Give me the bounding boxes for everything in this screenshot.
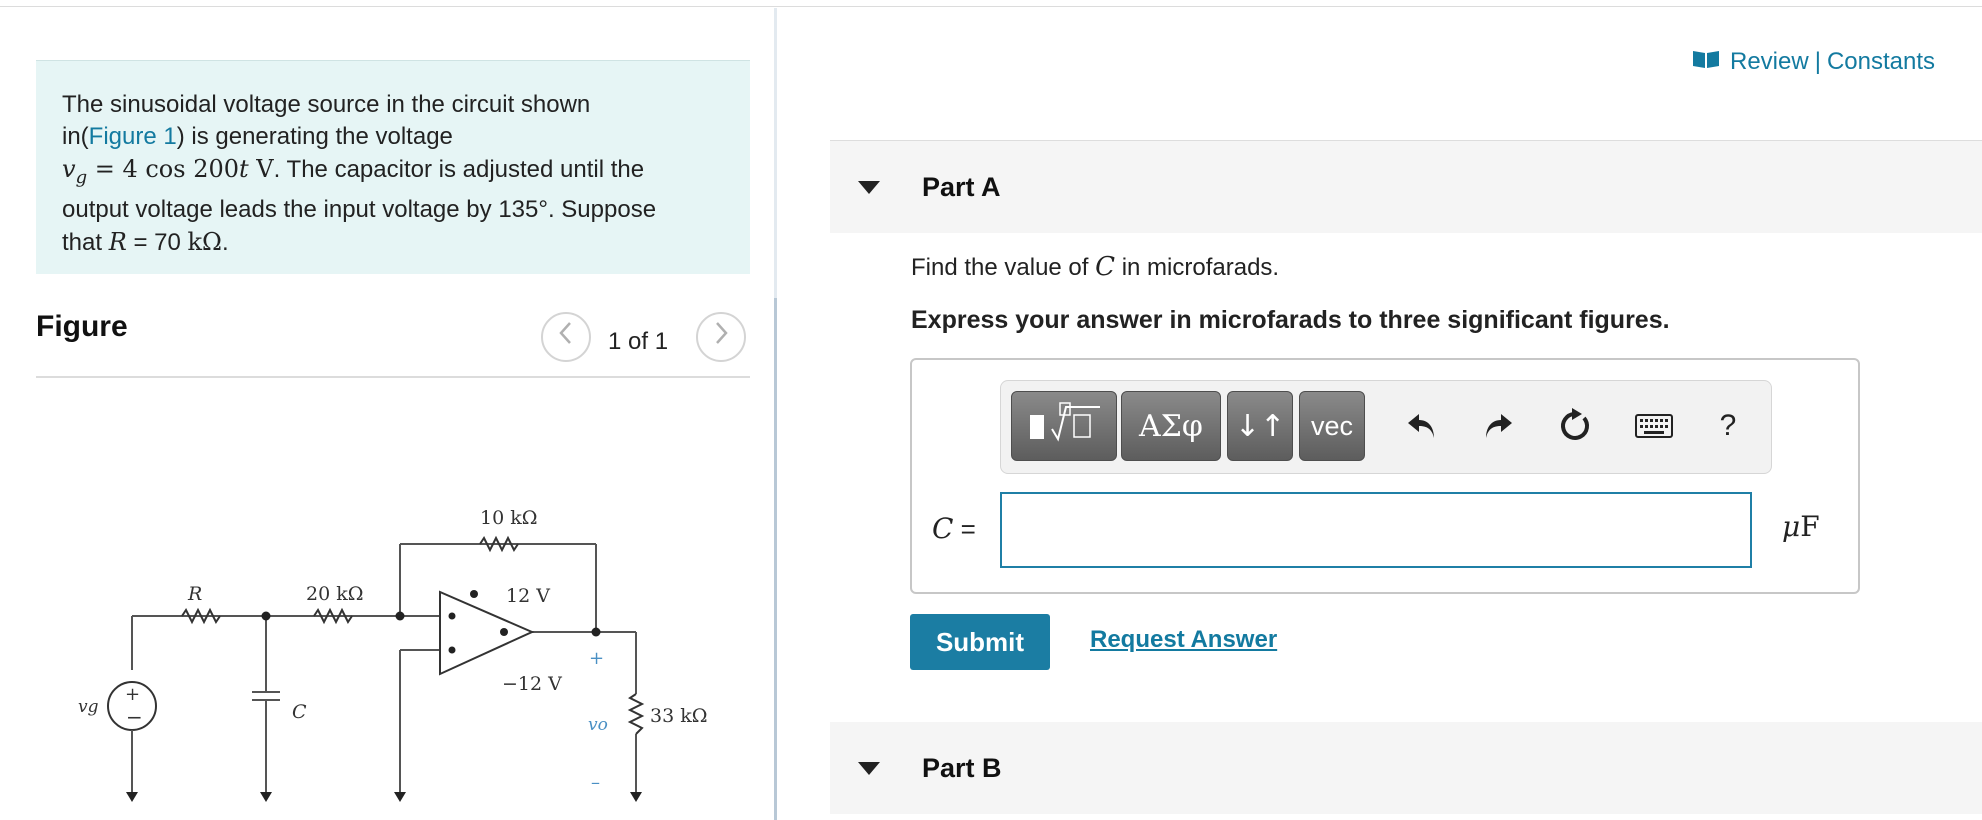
chevron-right-icon bbox=[711, 319, 731, 355]
figure-link[interactable]: Figure 1 bbox=[89, 123, 177, 150]
part-a-header[interactable]: Part A bbox=[830, 141, 1982, 233]
source-minus: − bbox=[126, 705, 143, 729]
vo-plus: + bbox=[589, 648, 604, 669]
book-icon bbox=[1692, 48, 1720, 76]
link-separator: | bbox=[1814, 48, 1821, 75]
figure-title: Figure bbox=[36, 310, 128, 343]
reset-icon[interactable] bbox=[1547, 399, 1601, 453]
pane-resize-handle[interactable] bbox=[774, 298, 777, 820]
submit-button[interactable]: Submit bbox=[910, 614, 1050, 670]
templates-button[interactable] bbox=[1011, 391, 1117, 461]
vector-button[interactable]: vec bbox=[1299, 391, 1365, 461]
problem-line-4: output voltage leads the input voltage b… bbox=[62, 195, 657, 223]
undo-icon[interactable] bbox=[1395, 399, 1449, 453]
circuit-diagram: 10 kΩ R 20 kΩ 12 V −12 V C vg vo 33 kΩ +… bbox=[78, 507, 707, 802]
answer-box: ΑΣφ ↓↑ vec ? C = μF bbox=[910, 358, 1860, 594]
label-12v: 12 V bbox=[506, 585, 550, 607]
top-divider bbox=[0, 6, 1982, 7]
problem-line-3: vg = 4 cos 200t V. The capacitor is adju… bbox=[62, 155, 645, 188]
constants-link[interactable]: Constants bbox=[1827, 48, 1935, 76]
problem-statement: The sinusoidal voltage source in the cir… bbox=[36, 60, 750, 274]
keyboard-icon[interactable] bbox=[1627, 399, 1681, 453]
question-text: Find the value of C in microfarads. bbox=[911, 252, 1280, 282]
templates-icon bbox=[1024, 397, 1104, 455]
part-a-title: Part A bbox=[922, 171, 1001, 202]
label-10k: 10 kΩ bbox=[480, 507, 537, 529]
problem-line-1: The sinusoidal voltage source in the cir… bbox=[62, 91, 591, 118]
label-vg: vg bbox=[78, 697, 99, 717]
chevron-left-icon bbox=[556, 319, 576, 355]
review-constants-links: Review | Constants bbox=[1692, 48, 1935, 76]
label-r: R bbox=[187, 583, 202, 605]
caret-down-icon bbox=[858, 761, 880, 775]
source-plus: + bbox=[125, 684, 140, 705]
problem-line-2: in(Figure 1) is generating the voltage bbox=[62, 123, 453, 150]
help-button[interactable]: ? bbox=[1701, 399, 1755, 453]
label-vo: vo bbox=[588, 715, 608, 735]
answer-input[interactable] bbox=[1000, 492, 1752, 568]
label-c: C bbox=[292, 701, 307, 723]
caret-down-icon bbox=[858, 180, 880, 194]
part-b-title: Part B bbox=[922, 752, 1002, 783]
answer-instructions: Express your answer in microfarads to th… bbox=[911, 306, 1670, 334]
label-neg-12v: −12 V bbox=[502, 673, 562, 695]
math-toolbar: ΑΣφ ↓↑ vec ? bbox=[1000, 380, 1772, 474]
review-link[interactable]: Review bbox=[1730, 48, 1809, 76]
figure-pager-text: 1 of 1 bbox=[608, 328, 669, 355]
previous-figure-button[interactable] bbox=[541, 312, 591, 362]
label-33k: 33 kΩ bbox=[650, 705, 707, 727]
label-20k: 20 kΩ bbox=[306, 583, 363, 605]
part-b-header[interactable]: Part B bbox=[830, 722, 1982, 814]
next-figure-button[interactable] bbox=[696, 312, 746, 362]
vo-minus: – bbox=[591, 772, 600, 793]
redo-icon[interactable] bbox=[1471, 399, 1525, 453]
greek-symbols-button[interactable]: ΑΣφ bbox=[1121, 391, 1221, 461]
arrows-button[interactable]: ↓↑ bbox=[1227, 391, 1293, 461]
figure-divider bbox=[36, 376, 750, 378]
variable-label: C = bbox=[932, 512, 976, 545]
request-answer-link[interactable]: Request Answer bbox=[1090, 626, 1277, 654]
unit-label: μF bbox=[1782, 510, 1820, 543]
problem-line-5: that R = 70 kΩ. bbox=[62, 227, 229, 256]
